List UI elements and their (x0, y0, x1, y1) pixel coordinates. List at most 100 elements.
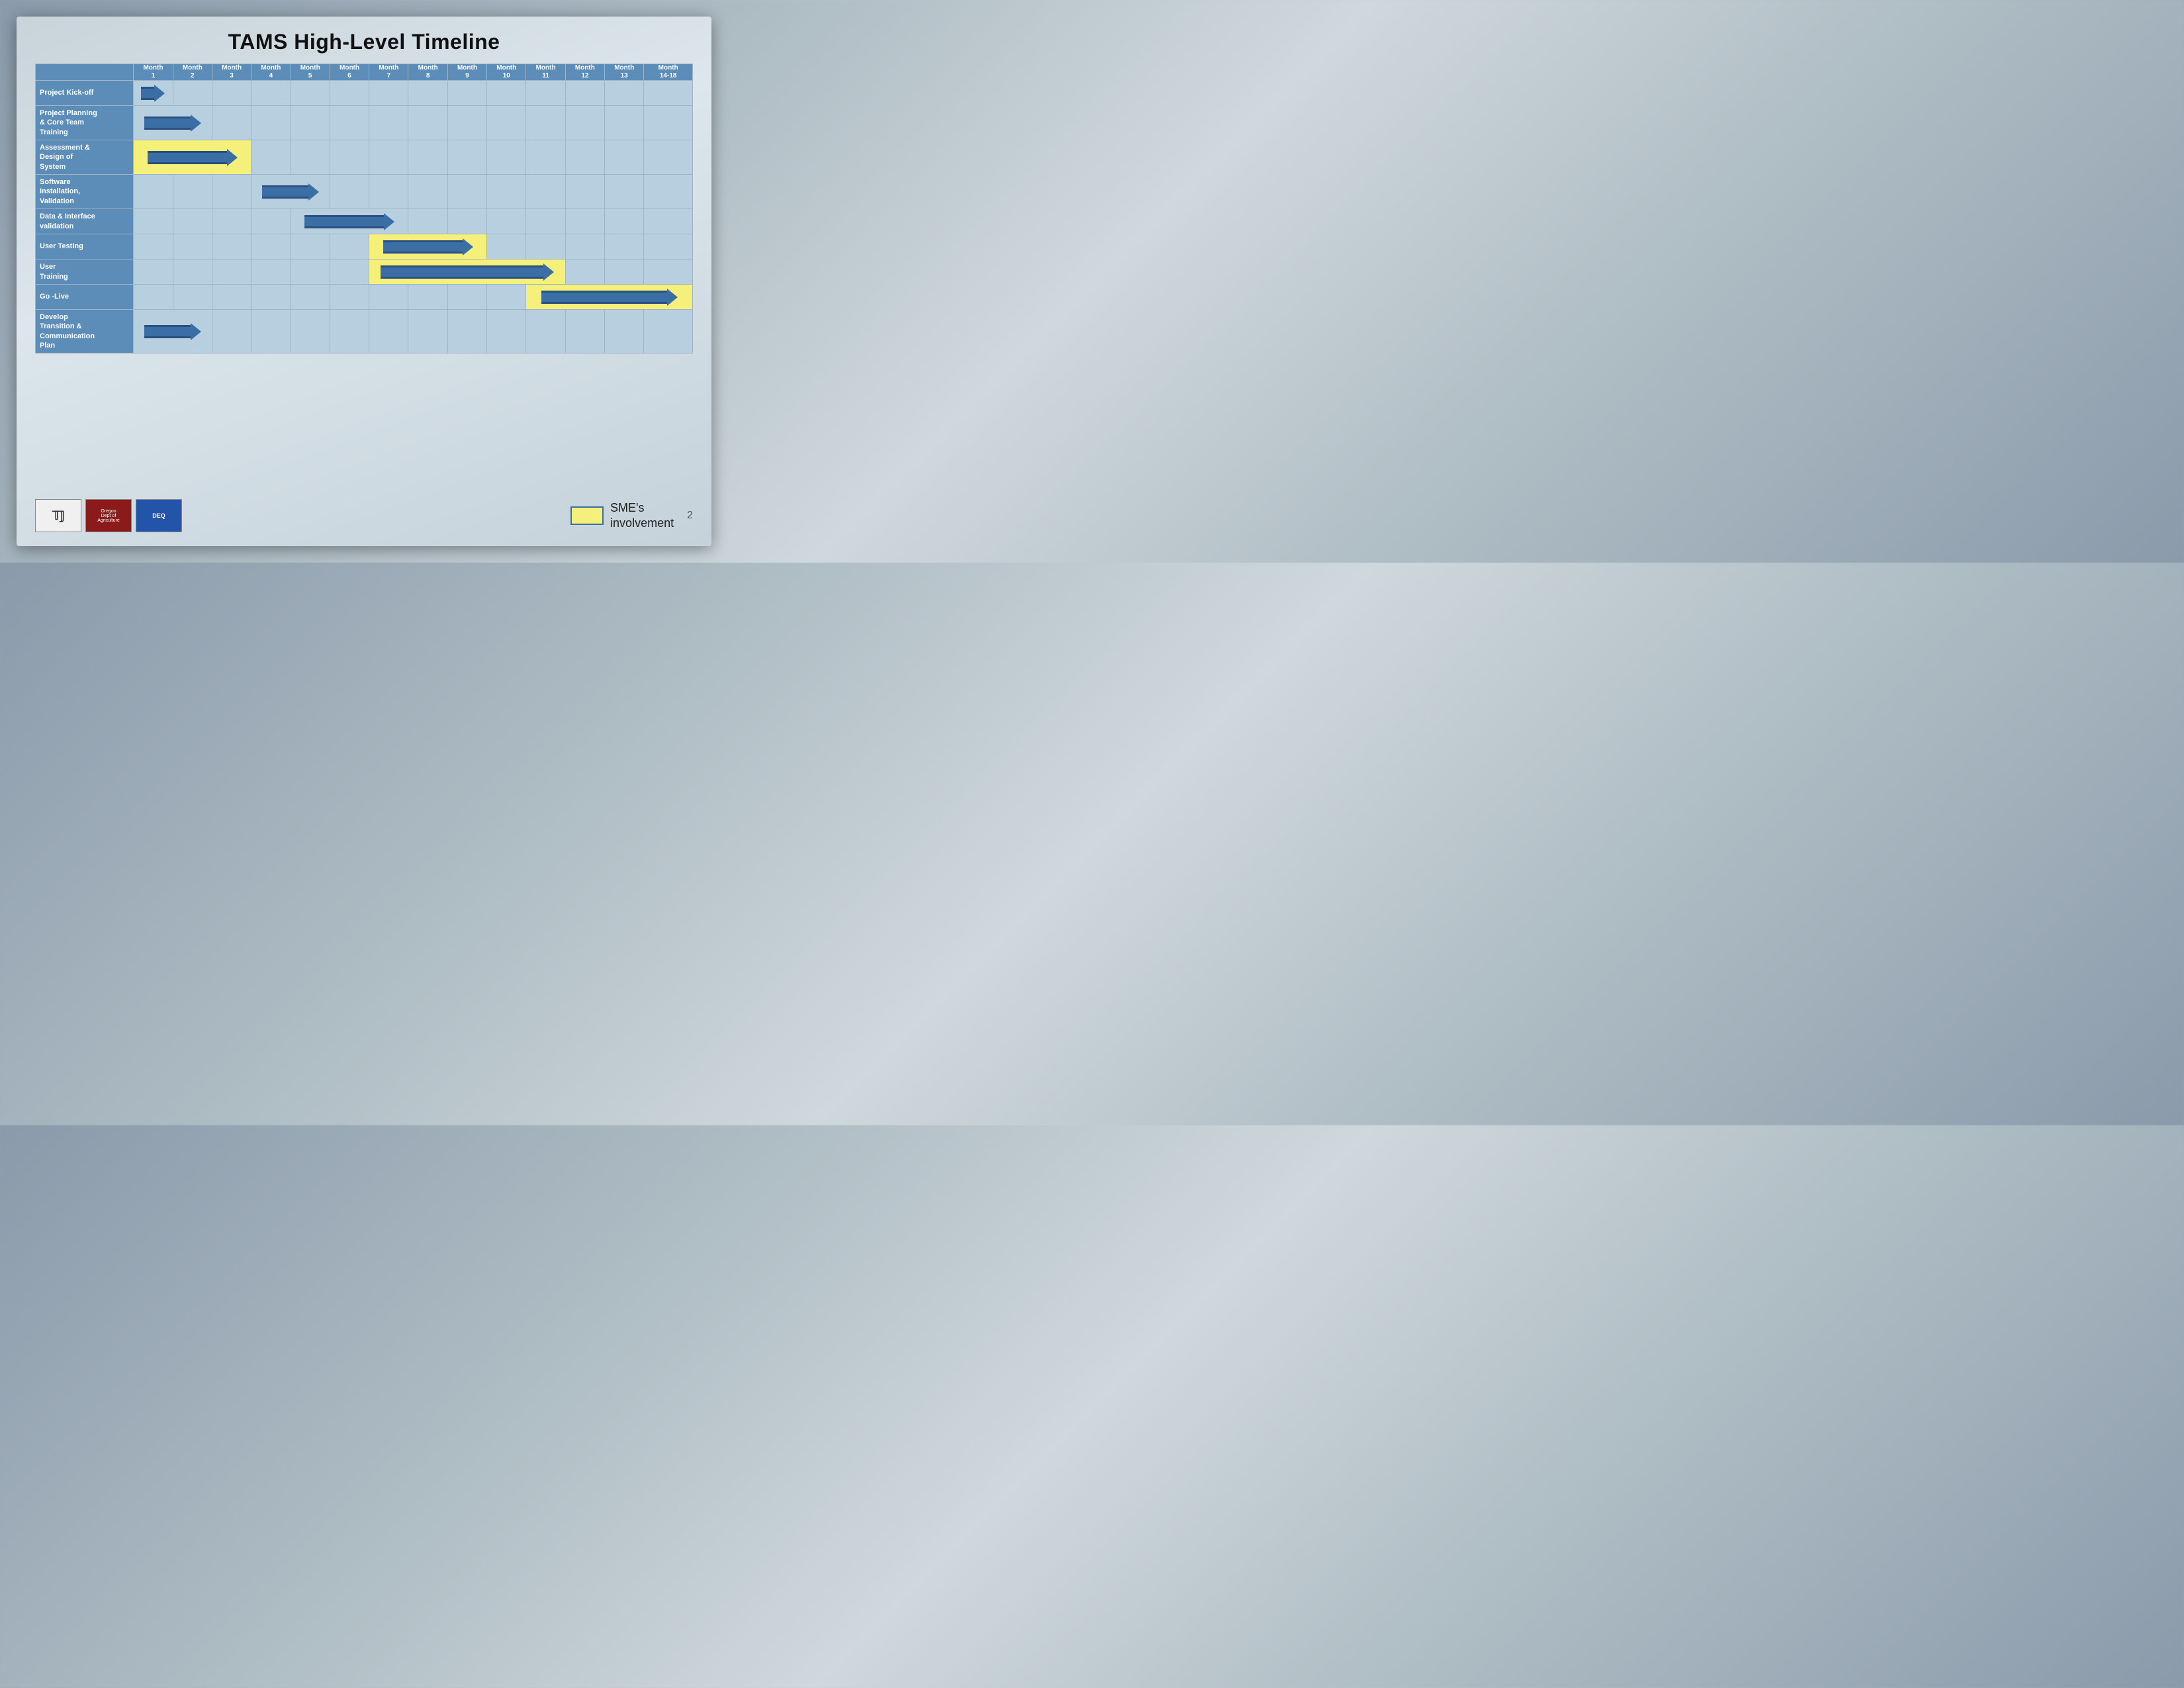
kickoff-month-5 (291, 81, 330, 106)
legend-sme-box (570, 506, 604, 525)
training-month-1 (134, 259, 173, 285)
header-month-5: Month5 (291, 64, 330, 81)
task-label-software: SoftwareInstallation,Validation (36, 175, 134, 209)
testing-month-10 (487, 234, 526, 259)
training-month-5 (291, 259, 330, 285)
logo-tams: 𝕋𝕁 (35, 499, 81, 532)
data-month-4 (251, 209, 291, 234)
task-row-kickoff: Project Kick-off (36, 81, 693, 106)
transition-month-8 (408, 310, 447, 353)
task-row-training: UserTraining (36, 259, 693, 285)
assessment-month-5 (291, 140, 330, 175)
software-arrow (251, 175, 330, 209)
testing-month-12 (565, 234, 604, 259)
software-month-9 (447, 175, 486, 209)
header-month-4: Month4 (251, 64, 291, 81)
transition-month-12 (565, 310, 604, 353)
header-month-12: Month12 (565, 64, 604, 81)
software-month-10 (487, 175, 526, 209)
testing-month-11 (526, 234, 565, 259)
transition-month-3 (212, 310, 251, 353)
logo-group: 𝕋𝕁 OregonDept ofAgriculture DEQ (35, 499, 182, 532)
training-month-14 (644, 259, 693, 285)
transition-month-9 (447, 310, 486, 353)
logo-oregon-ag: OregonDept ofAgriculture (85, 499, 132, 532)
software-month-12 (565, 175, 604, 209)
data-month-12 (565, 209, 604, 234)
training-month-2 (173, 259, 212, 285)
header-label (36, 64, 134, 81)
planning-month-4 (251, 106, 291, 140)
header-month-3: Month3 (212, 64, 251, 81)
kickoff-month-1 (134, 81, 173, 106)
data-month-10 (487, 209, 526, 234)
kickoff-month-12 (565, 81, 604, 106)
golive-month-5 (291, 285, 330, 310)
planning-month-5 (291, 106, 330, 140)
kickoff-month-13 (605, 81, 644, 106)
planning-month-3 (212, 106, 251, 140)
testing-month-6 (330, 234, 369, 259)
transition-month-5 (291, 310, 330, 353)
training-arrow (369, 259, 566, 285)
data-month-14 (644, 209, 693, 234)
planning-arrow (134, 106, 212, 140)
planning-month-8 (408, 106, 447, 140)
planning-month-6 (330, 106, 369, 140)
data-month-1 (134, 209, 173, 234)
kickoff-month-6 (330, 81, 369, 106)
software-month-2 (173, 175, 212, 209)
planning-month-12 (565, 106, 604, 140)
assessment-arrow (134, 140, 251, 175)
gantt-chart: Month1 Month2 Month3 Month4 Month5 Month… (35, 64, 693, 489)
header-month-1: Month1 (134, 64, 173, 81)
golive-month-10 (487, 285, 526, 310)
golive-month-2 (173, 285, 212, 310)
assessment-month-13 (605, 140, 644, 175)
assessment-month-11 (526, 140, 565, 175)
testing-month-1 (134, 234, 173, 259)
kickoff-month-10 (487, 81, 526, 106)
assessment-month-4 (251, 140, 291, 175)
task-row-software: SoftwareInstallation,Validation (36, 175, 693, 209)
task-label-transition: DevelopTransition &CommunicationPlan (36, 310, 134, 353)
testing-month-2 (173, 234, 212, 259)
software-month-14 (644, 175, 693, 209)
data-arrow (291, 209, 408, 234)
task-label-testing: User Testing (36, 234, 134, 259)
transition-month-7 (369, 310, 408, 353)
data-month-3 (212, 209, 251, 234)
header-month-10: Month10 (487, 64, 526, 81)
assessment-month-14 (644, 140, 693, 175)
page-number: 2 (687, 510, 693, 522)
transition-month-10 (487, 310, 526, 353)
task-label-kickoff: Project Kick-off (36, 81, 134, 106)
golive-arrow (526, 285, 693, 310)
kickoff-month-14 (644, 81, 693, 106)
planning-month-10 (487, 106, 526, 140)
transition-month-6 (330, 310, 369, 353)
task-row-data: Data & Interfacevalidation (36, 209, 693, 234)
software-month-1 (134, 175, 173, 209)
transition-month-14 (644, 310, 693, 353)
planning-month-14 (644, 106, 693, 140)
footer: 𝕋𝕁 OregonDept ofAgriculture DEQ SME'sinv… (35, 496, 693, 536)
assessment-month-9 (447, 140, 486, 175)
transition-month-13 (605, 310, 644, 353)
software-month-13 (605, 175, 644, 209)
task-label-golive: Go -Live (36, 285, 134, 310)
header-month-11: Month11 (526, 64, 565, 81)
software-month-11 (526, 175, 565, 209)
kickoff-month-3 (212, 81, 251, 106)
assessment-month-10 (487, 140, 526, 175)
header-month-7: Month7 (369, 64, 408, 81)
golive-month-4 (251, 285, 291, 310)
data-month-11 (526, 209, 565, 234)
golive-month-3 (212, 285, 251, 310)
testing-month-4 (251, 234, 291, 259)
task-row-assessment: Assessment &Design ofSystem (36, 140, 693, 175)
software-month-7 (369, 175, 408, 209)
page-title: TAMS High-Level Timeline (35, 30, 693, 54)
header-month-14-18: Month14-18 (644, 64, 693, 81)
header-row: Month1 Month2 Month3 Month4 Month5 Month… (36, 64, 693, 81)
